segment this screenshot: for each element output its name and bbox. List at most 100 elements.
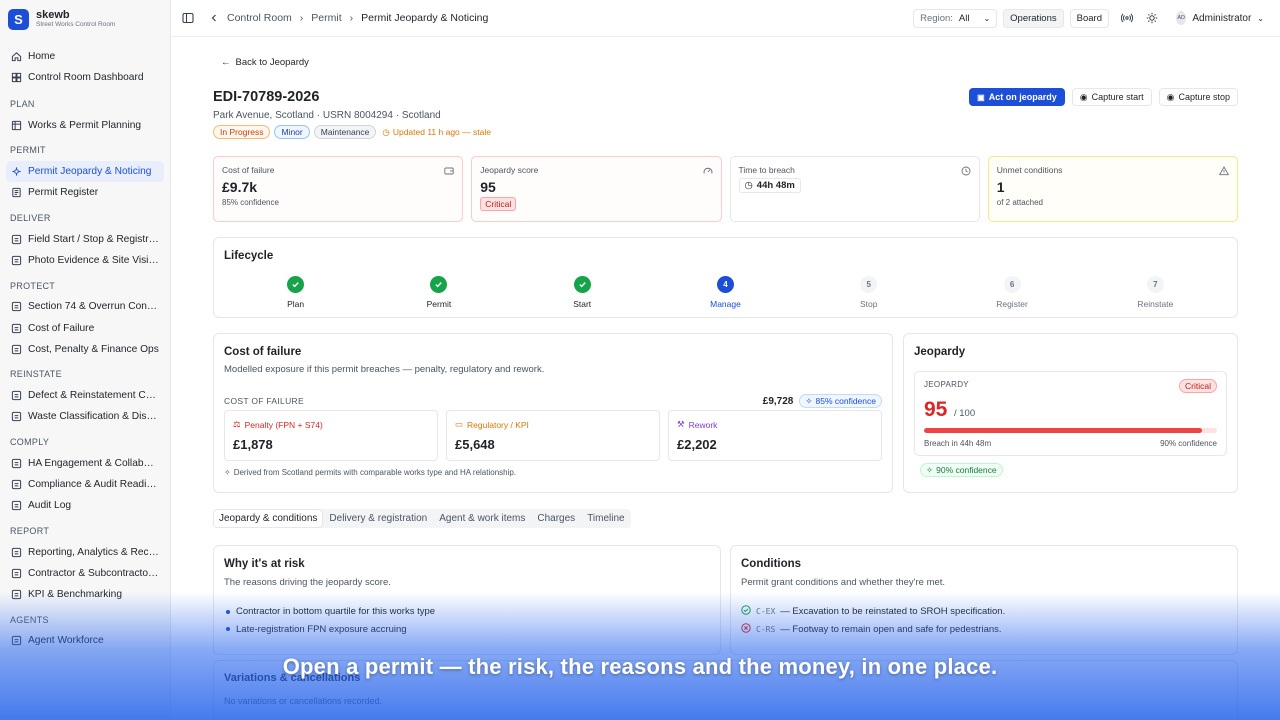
risk-subtitle: The reasons driving the jeopardy score. bbox=[224, 577, 391, 588]
sidebar-item-permit-register[interactable]: Permit Register bbox=[6, 182, 164, 203]
sidebar-item-audit-log[interactable]: Audit Log bbox=[6, 495, 164, 516]
sidebar-item-reporting-analytics-records[interactable]: Reporting, Analytics & Records bbox=[6, 541, 164, 562]
sidebar-item-ha-engagement-collaborati[interactable]: HA Engagement & Collaborati... bbox=[6, 453, 164, 474]
board-button[interactable]: Board bbox=[1069, 8, 1109, 28]
clock-icon bbox=[961, 165, 971, 176]
sidebar-item-section-74-overrun-control[interactable]: Section 74 & Overrun Control bbox=[6, 296, 164, 317]
sidebar-section-plan: PLAN bbox=[10, 99, 35, 110]
list-item: Contractor in bottom quartile for this w… bbox=[226, 603, 435, 621]
tab-agent-work-items[interactable]: Agent & work items bbox=[434, 510, 530, 527]
nav-icon bbox=[11, 589, 22, 600]
permit-location: Park Avenue, Scotland · USRN 8004294 · S… bbox=[213, 110, 441, 121]
sidebar-item-contractor-subcontractor-p[interactable]: Contractor & Subcontractor P... bbox=[6, 563, 164, 584]
sidebar-section-report: REPORT bbox=[10, 525, 50, 536]
camera-icon: ◉ bbox=[1166, 91, 1175, 102]
jeopardy-score: 95 bbox=[924, 398, 948, 421]
briefcase-icon: ▣ bbox=[977, 92, 985, 102]
sidebar-item-field-start-stop-registrati[interactable]: Field Start / Stop & Registrati... bbox=[6, 228, 164, 249]
nav-icon bbox=[11, 166, 22, 177]
jeopardy-meter: JEOPARDY Critical 95 / 100 Breach in 44h… bbox=[914, 371, 1227, 456]
sidebar-item-cost-penalty-finance-ops[interactable]: Cost, Penalty & Finance Ops bbox=[6, 339, 164, 360]
check-icon bbox=[287, 276, 305, 293]
clock-icon: ◷ bbox=[382, 126, 390, 137]
conditions-title: Conditions bbox=[741, 558, 802, 570]
chevron-left-icon[interactable] bbox=[209, 11, 219, 25]
tab-timeline[interactable]: Timeline bbox=[582, 510, 629, 527]
sidebar-item-label: Agent Workforce bbox=[28, 635, 104, 647]
back-link[interactable]: ← Back to Jeopardy bbox=[221, 57, 309, 68]
breadcrumb-permit[interactable]: Permit bbox=[311, 12, 341, 24]
sidebar-section-reinstate: REINSTATE bbox=[10, 369, 62, 380]
kpi-title: Cost of failure bbox=[222, 165, 275, 175]
sidebar-item-permit-jeopardy-noticing[interactable]: Permit Jeopardy & Noticing bbox=[6, 160, 164, 183]
step-label: Permit bbox=[426, 299, 452, 309]
sidebar-item-label: Field Start / Stop & Registrati... bbox=[28, 233, 159, 245]
nav-icon bbox=[11, 255, 22, 266]
step-number: 6 bbox=[1003, 276, 1021, 293]
sidebar-item-home[interactable]: Home bbox=[6, 46, 164, 67]
jeopardy-progress-fill bbox=[924, 428, 1203, 433]
lifecycle-step-permit: Permit bbox=[367, 276, 510, 309]
cost-box-regulatory-kpi: ▭ Regulatory / KPI £5,648 bbox=[446, 410, 660, 461]
confidence-badge: ✧ 85% confidence bbox=[799, 394, 882, 408]
capture-stop-button[interactable]: ◉ Capture stop bbox=[1158, 88, 1238, 106]
nav-icon bbox=[11, 458, 22, 469]
bullet-dot bbox=[226, 609, 230, 614]
sidebar-item-agent-workforce[interactable]: Agent Workforce bbox=[6, 630, 164, 651]
breach-text: Breach in 44h 48m bbox=[924, 439, 992, 448]
variations-empty: No variations or cancellations recorded. bbox=[224, 696, 383, 706]
user-menu[interactable]: AD Administrator ⌄ bbox=[1170, 8, 1270, 28]
gavel-icon: ⚖ bbox=[233, 419, 241, 429]
sidebar-item-cost-of-failure[interactable]: Cost of Failure bbox=[6, 317, 164, 338]
nav-icon bbox=[11, 500, 22, 511]
tab-delivery-registration[interactable]: Delivery & registration bbox=[324, 510, 432, 527]
list-item: Late-registration FPN exposure accruing bbox=[226, 621, 435, 639]
operations-button[interactable]: Operations bbox=[1003, 8, 1064, 28]
sidebar-item-label: Audit Log bbox=[28, 500, 72, 512]
bullet-dot bbox=[226, 627, 230, 632]
sidebar-item-defect-reinstatement-contr[interactable]: Defect & Reinstatement Contr... bbox=[6, 385, 164, 406]
sidebar-item-photo-evidence-site-visibility[interactable]: Photo Evidence & Site Visibility bbox=[6, 250, 164, 271]
check-circle-icon bbox=[741, 605, 751, 618]
region-select[interactable]: Region: All ⌄ bbox=[913, 8, 998, 28]
sidebar-item-label: Defect & Reinstatement Contr... bbox=[28, 390, 159, 402]
kpi-time-to-breach: Time to breach ◷ 44h 48m bbox=[729, 156, 980, 222]
region-label: Region: bbox=[920, 12, 953, 24]
jeopardy-card: Jeopardy JEOPARDY Critical 95 / 100 Brea… bbox=[903, 333, 1238, 493]
sidebar-item-waste-classification-dispos[interactable]: Waste Classification & Dispos... bbox=[6, 406, 164, 427]
capture-start-button[interactable]: ◉ Capture start bbox=[1071, 88, 1152, 106]
condition-text: — Footway to remain open and safe for pe… bbox=[780, 623, 1002, 635]
sidebar-toggle-icon[interactable] bbox=[181, 11, 195, 25]
lifecycle-steps: Plan Permit Start 4 Manage 5 Stop 6 Register 7 Rei… bbox=[224, 276, 1227, 309]
nav-icon bbox=[11, 479, 22, 490]
chevron-right-icon: › bbox=[349, 12, 354, 24]
cost-box-value: £1,878 bbox=[233, 437, 273, 452]
broadcast-icon[interactable] bbox=[1120, 11, 1134, 25]
act-on-jeopardy-button[interactable]: ▣ Act on jeopardy bbox=[969, 88, 1065, 106]
sidebar-item-kpi-benchmarking[interactable]: KPI & Benchmarking bbox=[6, 584, 164, 605]
detail-tabs: Jeopardy & conditions Delivery & registra… bbox=[213, 509, 631, 528]
home-icon bbox=[11, 51, 22, 62]
cost-box-label: Regulatory / KPI bbox=[467, 419, 529, 430]
kpi-value: 1 bbox=[996, 179, 1005, 195]
sidebar-item-control-room-dashboard[interactable]: Control Room Dashboard bbox=[6, 67, 164, 88]
nav-icon bbox=[11, 301, 22, 312]
sun-icon[interactable] bbox=[1145, 11, 1159, 25]
tab-charges[interactable]: Charges bbox=[532, 510, 580, 527]
risk-title: Why it's at risk bbox=[224, 558, 305, 570]
sidebar-item-works-permit-planning[interactable]: Works & Permit Planning bbox=[6, 115, 164, 136]
breadcrumb-control-room[interactable]: Control Room bbox=[227, 12, 292, 24]
brand[interactable]: S skewb Street Works Control Room bbox=[0, 0, 170, 38]
kpi-value: 95 bbox=[480, 179, 496, 195]
sidebar-item-label: Reporting, Analytics & Records bbox=[28, 546, 159, 558]
cost-box-penalty-fpn-s74: ⚖ Penalty (FPN + S74) £1,878 bbox=[224, 410, 438, 461]
step-label: Start bbox=[573, 299, 592, 309]
cof-total: £9,728 bbox=[762, 395, 794, 407]
nav-icon bbox=[11, 323, 22, 334]
x-circle-icon bbox=[741, 623, 751, 636]
cost-box-value: £5,648 bbox=[455, 437, 495, 452]
tab-jeopardy-conditions[interactable]: Jeopardy & conditions bbox=[214, 510, 323, 527]
sidebar-item-compliance-audit-readiness[interactable]: Compliance & Audit Readiness bbox=[6, 474, 164, 495]
conditions-subtitle: Permit grant conditions and whether they… bbox=[741, 577, 946, 588]
step-label: Register bbox=[996, 299, 1028, 309]
